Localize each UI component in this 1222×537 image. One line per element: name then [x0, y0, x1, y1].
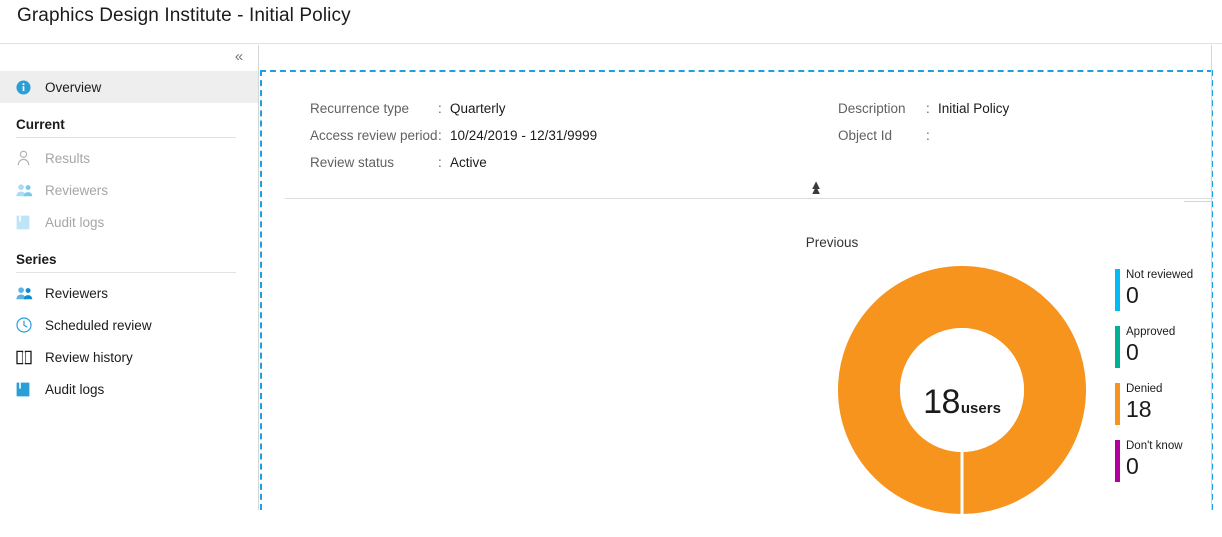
sidebar-collapse-row: « [0, 45, 258, 71]
property-value: Active [450, 155, 487, 170]
chevron-double-up-icon[interactable]: ▲▲ [806, 178, 826, 194]
legend-label: Not reviewed [1126, 268, 1215, 282]
property-value: Initial Policy [938, 101, 1009, 116]
people-icon [16, 284, 38, 302]
page-title: Graphics Design Institute - Initial Poli… [17, 5, 351, 27]
properties-column-left: Recurrence type : Quarterly Access revie… [310, 101, 597, 182]
sidebar-item-review-history[interactable]: Review history [0, 341, 258, 373]
section-divider [285, 198, 1214, 199]
property-key: Review status [310, 155, 438, 170]
app-header: Graphics Design Institute - Initial Poli… [0, 0, 1222, 44]
right-panel-divider [1211, 45, 1212, 510]
property-recurrence-type: Recurrence type : Quarterly [310, 101, 597, 128]
property-object-id: Object Id : [838, 128, 1009, 155]
property-value: Quarterly [450, 101, 506, 116]
open-book-icon [16, 348, 38, 366]
legend-item-not-reviewed[interactable]: Not reviewed 0 [1115, 268, 1215, 312]
property-separator: : [438, 128, 450, 143]
donut-center-value: 18 [923, 383, 960, 421]
donut-center-text: 18users [837, 383, 1087, 422]
legend-color-swatch [1115, 440, 1120, 482]
sidebar-item-label: Audit logs [45, 215, 104, 230]
person-icon [16, 149, 38, 167]
book-blue-icon [16, 380, 38, 398]
property-key: Access review period [310, 128, 438, 143]
sidebar-item-label: Scheduled review [45, 318, 152, 333]
legend-item-approved[interactable]: Approved 0 [1115, 325, 1215, 369]
legend-item-denied[interactable]: Denied 18 [1115, 382, 1215, 426]
property-review-status: Review status : Active [310, 155, 597, 182]
legend-color-swatch [1115, 269, 1120, 311]
access-review-donut-chart: 18users [837, 265, 1087, 537]
sidebar-item-label: Results [45, 151, 90, 166]
sidebar-item-current-audit-logs[interactable]: Audit logs [0, 206, 258, 238]
right-panel-section-divider [1184, 201, 1212, 202]
sidebar-item-current-results[interactable]: Results [0, 142, 258, 174]
sidebar-item-label: Overview [45, 80, 101, 95]
info-icon [16, 78, 38, 96]
sidebar-item-label: Reviewers [45, 183, 108, 198]
content-area: Recurrence type : Quarterly Access revie… [260, 45, 1222, 510]
book-blue-icon [16, 213, 38, 231]
overview-panel: Recurrence type : Quarterly Access revie… [260, 70, 1213, 510]
property-separator: : [438, 155, 450, 170]
legend-label: Approved [1126, 325, 1215, 339]
properties-column-right: Description : Initial Policy Object Id : [838, 101, 1009, 155]
sidebar-item-label: Reviewers [45, 286, 108, 301]
legend-value: 0 [1126, 339, 1215, 365]
sidebar-item-label: Audit logs [45, 382, 104, 397]
sidebar-group-title-current: Current [0, 117, 258, 132]
chart-legend: Not reviewed 0 Approved 0 Denied 18 Don'… [1115, 268, 1215, 496]
people-icon [16, 181, 38, 199]
chevron-double-left-icon[interactable]: « [228, 47, 250, 69]
property-description: Description : Initial Policy [838, 101, 1009, 128]
sidebar-divider [16, 272, 236, 273]
legend-label: Denied [1126, 382, 1215, 396]
sidebar-item-current-reviewers[interactable]: Reviewers [0, 174, 258, 206]
legend-color-swatch [1115, 326, 1120, 368]
chart-period-label: Previous [262, 235, 1222, 250]
clock-icon [16, 316, 38, 334]
sidebar-group-title-series: Series [0, 252, 258, 267]
property-access-review-period: Access review period : 10/24/2019 - 12/3… [310, 128, 597, 155]
sidebar-item-label: Review history [45, 350, 133, 365]
legend-value: 0 [1126, 282, 1215, 308]
sidebar: « Overview Current Results [0, 45, 259, 510]
sidebar-item-series-audit-logs[interactable]: Audit logs [0, 373, 258, 405]
property-separator: : [926, 101, 938, 116]
sidebar-divider [16, 137, 236, 138]
sidebar-item-series-reviewers[interactable]: Reviewers [0, 277, 258, 309]
property-key: Recurrence type [310, 101, 438, 116]
legend-value: 0 [1126, 453, 1215, 479]
property-key: Object Id [838, 128, 926, 143]
property-value: 10/24/2019 - 12/31/9999 [450, 128, 597, 143]
property-key: Description [838, 101, 926, 116]
property-separator: : [926, 128, 938, 143]
sidebar-item-overview[interactable]: Overview [0, 71, 258, 103]
donut-center-unit: users [961, 400, 1001, 417]
legend-color-swatch [1115, 383, 1120, 425]
legend-label: Don't know [1126, 439, 1215, 453]
legend-value: 18 [1126, 396, 1215, 422]
property-separator: : [438, 101, 450, 116]
legend-item-dont-know[interactable]: Don't know 0 [1115, 439, 1215, 483]
sidebar-item-scheduled-review[interactable]: Scheduled review [0, 309, 258, 341]
